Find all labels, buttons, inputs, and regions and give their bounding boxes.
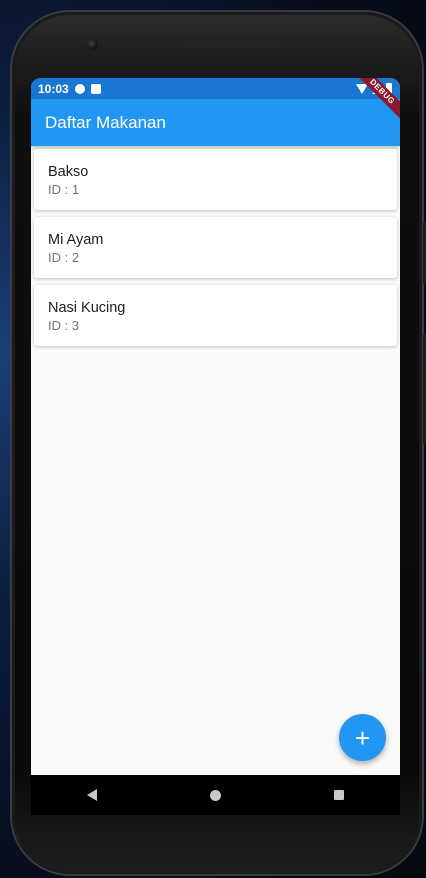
food-name: Bakso [48, 164, 89, 180]
add-icon: + [354, 722, 371, 753]
status-bar: 10:03 [31, 78, 400, 99]
list-item[interactable]: Mi Ayam ID : 2 [34, 217, 397, 278]
food-name: Nasi Kucing [48, 300, 126, 316]
app-screen: 10:03 DEBUG Daftar Makanan Bakso ID : 1 … [31, 78, 400, 775]
app-bar: Daftar Makanan [31, 99, 400, 146]
food-id: ID : 2 [48, 250, 80, 265]
food-id: ID : 1 [48, 182, 80, 197]
page-title: Daftar Makanan [45, 112, 166, 132]
list-item[interactable]: Bakso ID : 1 [34, 149, 397, 210]
list-item[interactable]: Nasi Kucing ID : 3 [34, 285, 397, 346]
back-icon[interactable] [87, 789, 98, 801]
sd-card-icon [90, 83, 101, 94]
earpiece-speaker [178, 41, 286, 48]
recent-apps-icon[interactable] [333, 790, 344, 800]
food-id: ID : 3 [48, 318, 80, 333]
data-saver-icon [74, 83, 85, 94]
add-food-button[interactable]: + [339, 714, 386, 761]
front-camera [87, 39, 98, 50]
food-name: Mi Ayam [48, 232, 104, 248]
system-nav-bar [31, 775, 400, 815]
home-icon[interactable] [209, 789, 221, 801]
status-time: 10:03 [38, 81, 69, 96]
food-list: Bakso ID : 1 Mi Ayam ID : 2 Nasi Kucing … [34, 149, 397, 353]
